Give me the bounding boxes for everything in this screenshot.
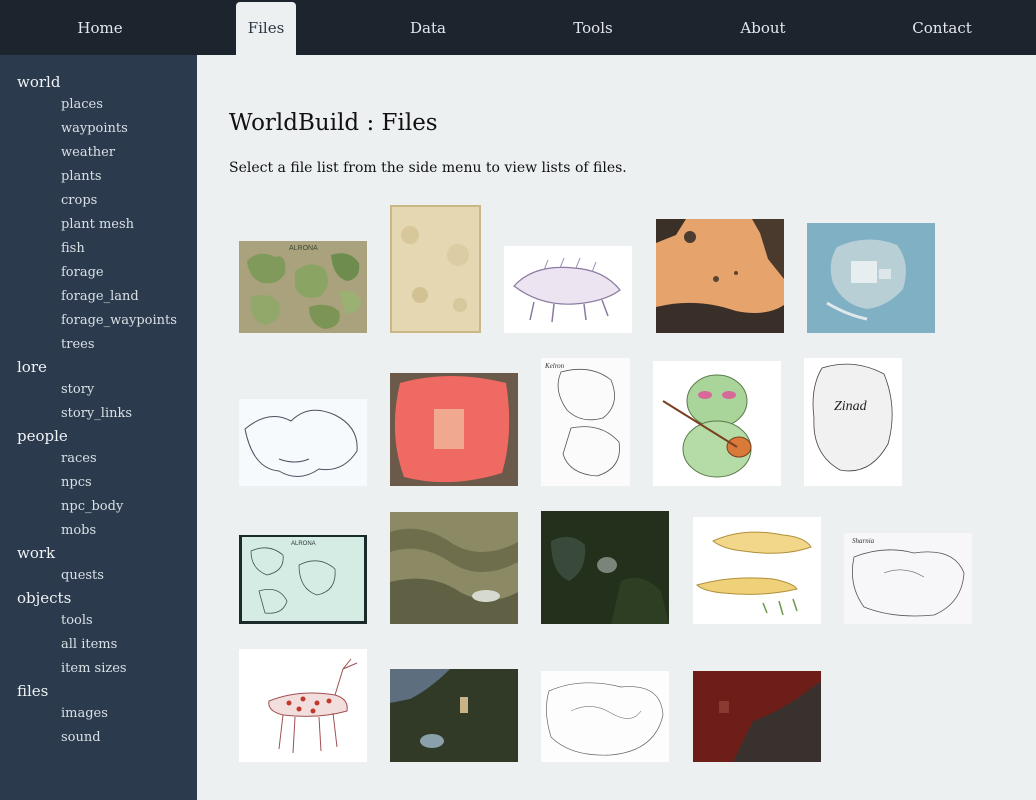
thumbnail-terrain-relief[interactable] [390,512,518,624]
thumbnail-red-satellite[interactable] [693,671,821,762]
nav-tab-about[interactable]: About [740,0,785,55]
sidebar-item-plant-mesh[interactable]: plant mesh [61,217,134,232]
nav-tab-files[interactable]: Files [236,2,296,55]
sidebar-item-places[interactable]: places [61,97,103,112]
sidebar-item-all-items[interactable]: all items [61,637,117,652]
thumb-label-sharnia: Sharnia [852,537,875,545]
sidebar-group-world[interactable]: world [17,73,60,91]
sidebar-item-images[interactable]: images [61,706,108,721]
sidebar-item-forage-waypoints[interactable]: forage_waypoints [61,313,177,328]
thumbnail-desert-terrain[interactable] [656,219,784,333]
thumb-label-kelron: Kelron [544,362,565,370]
sidebar-item-plants[interactable]: plants [61,169,102,184]
thumbnail-spotted-creature[interactable] [239,649,367,762]
sidebar: world places waypoints weather plants cr… [0,55,197,800]
thumb-label-alrona: ALRONA [289,245,318,252]
sidebar-group-objects[interactable]: objects [17,589,71,607]
thumbnail-red-heatmap[interactable] [390,373,518,486]
thumbnail-detailed-sketch-map[interactable] [541,671,669,762]
nav-tab-home[interactable]: Home [77,0,122,55]
sidebar-item-forage[interactable]: forage [61,265,104,280]
sidebar-group-work[interactable]: work [17,544,55,562]
sidebar-item-item-sizes[interactable]: item sizes [61,661,127,676]
top-nav: Home Files Data Tools About Contact [0,0,1036,55]
sidebar-group-files[interactable]: files [17,682,48,700]
thumbnail-lizard-sketch[interactable] [693,517,821,624]
thumbnail-zinad-map[interactable]: Zinad [804,358,902,486]
sidebar-item-npcs[interactable]: npcs [61,475,92,490]
intro-text: Select a file list from the side menu to… [229,160,627,176]
sidebar-item-forage-land[interactable]: forage_land [61,289,139,304]
sidebar-item-story[interactable]: story [61,382,94,397]
thumb-label-alrona-2: ALRONA [291,541,316,547]
sidebar-item-waypoints[interactable]: waypoints [61,121,128,136]
sidebar-group-lore[interactable]: lore [17,358,47,376]
thumbnail-creature-sketch[interactable] [504,246,632,333]
sidebar-item-sound[interactable]: sound [61,730,101,745]
thumbnail-alrona-colored-map[interactable]: ALRONA [239,241,367,333]
thumbnail-alrona-sketch-map[interactable]: ALRONA [239,535,367,624]
thumbnail-lake-satellite[interactable] [390,669,518,762]
nav-tab-contact[interactable]: Contact [912,0,972,55]
sidebar-item-races[interactable]: races [61,451,97,466]
nav-tab-tools[interactable]: Tools [573,0,612,55]
sidebar-item-tools[interactable]: tools [61,613,93,628]
sidebar-item-npc-body[interactable]: npc_body [61,499,123,514]
sidebar-group-people[interactable]: people [17,427,68,445]
sidebar-item-fish[interactable]: fish [61,241,85,256]
sidebar-item-crops[interactable]: crops [61,193,97,208]
sidebar-item-trees[interactable]: trees [61,337,95,352]
thumbnail-parchment[interactable] [390,205,481,333]
thumbnail-satellite-dark[interactable] [541,511,669,624]
sidebar-item-quests[interactable]: quests [61,568,104,583]
thumbnail-coastline-sketch[interactable] [239,399,367,486]
thumbnail-monkey-drawing[interactable] [653,361,781,486]
sidebar-item-weather[interactable]: weather [61,145,115,160]
sidebar-item-mobs[interactable]: mobs [61,523,96,538]
thumb-label-zinad: Zinad [834,399,868,414]
sidebar-item-story-links[interactable]: story_links [61,406,132,421]
page-title: WorldBuild : Files [229,110,438,136]
nav-tab-data[interactable]: Data [410,0,446,55]
thumbnail-sharnia-map[interactable]: Sharnia [844,533,972,624]
thumbnail-kelron-map[interactable]: Kelron [541,358,630,486]
thumbnail-island-city[interactable] [807,223,935,333]
